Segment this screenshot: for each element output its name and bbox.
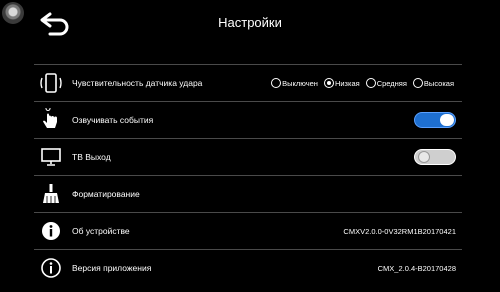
- voice-events-toggle[interactable]: [414, 112, 456, 128]
- voice-events-label: Озвучивать события: [72, 115, 154, 125]
- sensitivity-radio-group: Выключен Низкая Средняя Высокая: [271, 78, 454, 88]
- radio-circle-icon: [412, 78, 423, 88]
- tv-output-toggle[interactable]: [414, 149, 456, 165]
- device-firmware-value: CMXV2.0.0-0V32RM1B20170421: [343, 226, 456, 236]
- row-tv-output[interactable]: ТВ Выход: [34, 138, 462, 175]
- radio-off[interactable]: Выключен: [271, 78, 318, 88]
- radio-high[interactable]: Высокая: [412, 78, 454, 88]
- radio-circle-icon: [323, 78, 334, 88]
- toggle-knob: [440, 114, 454, 126]
- row-about-device[interactable]: Об устройстве CMXV2.0.0-0V32RM1B20170421: [34, 212, 462, 249]
- row-voice-events[interactable]: Озвучивать события: [34, 101, 462, 138]
- app-version-value: CMX_2.0.4-B20170428: [377, 263, 456, 273]
- radio-circle-icon: [365, 78, 376, 88]
- broom-icon: [36, 179, 66, 209]
- tv-output-label: ТВ Выход: [72, 152, 111, 162]
- about-device-label: Об устройстве: [72, 226, 130, 236]
- radio-medium[interactable]: Средняя: [365, 78, 407, 88]
- radio-circle-icon: [271, 78, 282, 88]
- info-icon: [36, 253, 66, 283]
- toggle-knob: [418, 151, 430, 163]
- app-version-label: Версия приложения: [72, 263, 152, 273]
- row-app-version[interactable]: Версия приложения CMX_2.0.4-B20170428: [34, 249, 462, 286]
- row-shock-sensitivity: Чувствительность датчика удара Выключен …: [34, 64, 462, 101]
- info-icon: [36, 216, 66, 246]
- page-title: Настройки: [218, 15, 282, 30]
- monitor-icon: [36, 142, 66, 172]
- phone-shake-icon: [36, 68, 66, 98]
- radio-low[interactable]: Низкая: [323, 78, 360, 88]
- touch-hand-icon: [36, 105, 66, 135]
- format-label: Форматирование: [72, 189, 140, 199]
- row-format[interactable]: Форматирование: [34, 175, 462, 212]
- settings-list: Чувствительность датчика удара Выключен …: [34, 64, 462, 286]
- shock-sensitivity-label: Чувствительность датчика удара: [72, 78, 203, 88]
